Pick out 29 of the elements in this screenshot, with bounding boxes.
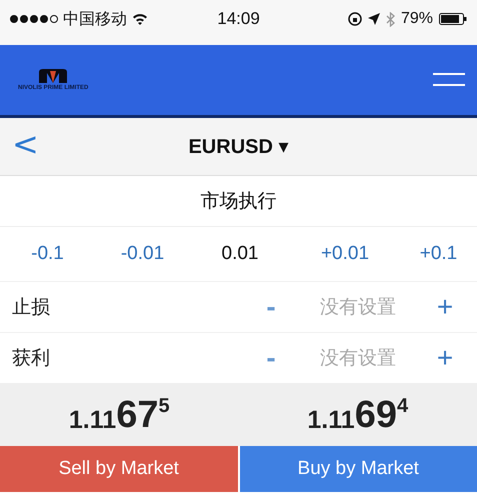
buy-button[interactable]: Buy by Market (240, 446, 477, 492)
symbol-selector[interactable]: EURUSD ▾ (182, 133, 295, 160)
logo-icon (38, 69, 68, 83)
level-label: 获利 (12, 347, 51, 371)
wifi-icon (132, 13, 148, 25)
volume-step-button[interactable]: -0.1 (25, 242, 70, 266)
volume-value: 0.01 (222, 243, 258, 265)
price-input[interactable]: 没有设置 (291, 346, 425, 370)
increase-button[interactable]: + (425, 343, 465, 373)
volume-step-button[interactable]: -0.01 (114, 242, 170, 266)
bluetooth-icon (386, 12, 395, 26)
execution-type: 市场执行 (200, 190, 276, 214)
sell-button[interactable]: Sell by Market (0, 446, 238, 492)
signal-icon (10, 15, 58, 23)
battery-icon (439, 13, 468, 25)
location-icon (368, 13, 380, 25)
decrease-button[interactable]: - (251, 292, 291, 322)
price-input[interactable]: 没有设置 (291, 295, 425, 319)
rotation-lock-icon (348, 12, 362, 26)
volume-step-button[interactable]: +0.01 (314, 242, 376, 266)
menu-icon[interactable] (433, 73, 465, 87)
clock: 14:09 (217, 9, 260, 29)
battery-percentage: 79% (400, 10, 434, 28)
carrier-name: 中国移动 (63, 10, 127, 30)
back-button[interactable]: < (8, 128, 43, 160)
decrease-button[interactable]: - (251, 343, 291, 373)
level-label: 止损 (12, 296, 51, 320)
increase-button[interactable]: + (425, 292, 465, 322)
volume-step-button[interactable]: +0.1 (414, 242, 464, 266)
